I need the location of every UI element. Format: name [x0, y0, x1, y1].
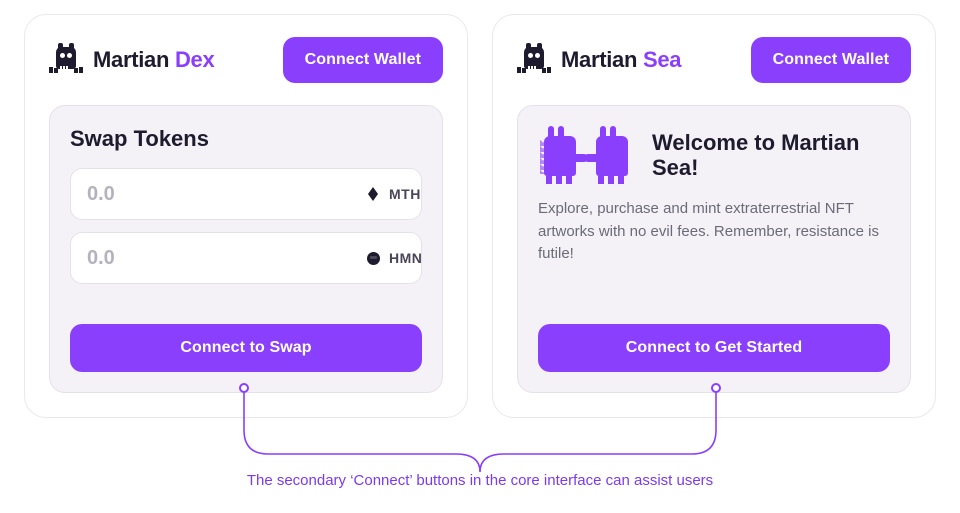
- sea-card-header: Martian Sea Connect Wallet: [517, 37, 911, 83]
- dex-connect-wallet-button[interactable]: Connect Wallet: [283, 37, 443, 83]
- dex-card-header: Martian Dex Connect Wallet: [49, 37, 443, 83]
- dex-brand: Martian Dex: [49, 47, 214, 73]
- swap-from-token-selector[interactable]: MTH: [365, 186, 421, 202]
- connect-to-swap-button[interactable]: Connect to Swap: [70, 324, 422, 372]
- dex-card: Martian Dex Connect Wallet Swap Tokens M…: [24, 14, 468, 418]
- sea-hero-title: Welcome to Martian Sea!: [652, 130, 890, 181]
- sea-hero-description: Explore, purchase and mint extraterrestr…: [538, 198, 890, 266]
- swap-from-input[interactable]: [87, 183, 355, 206]
- martian-logo-icon: [517, 47, 551, 73]
- connect-to-get-started-button[interactable]: Connect to Get Started: [538, 324, 890, 372]
- swap-panel-title: Swap Tokens: [70, 126, 422, 152]
- dex-brand-text: Martian Dex: [93, 47, 214, 73]
- sea-welcome-panel: Welcome to Martian Sea! Explore, purchas…: [517, 105, 911, 393]
- dex-swap-panel: Swap Tokens MTH HMN Connect to Swap: [49, 105, 443, 393]
- sea-brand-main: Martian: [561, 47, 637, 72]
- swap-to-token-selector[interactable]: HMN: [365, 250, 422, 266]
- aliens-illustration-icon: [538, 126, 634, 184]
- annotation-caption: The secondary ‘Connect’ buttons in the c…: [0, 472, 960, 489]
- sea-brand: Martian Sea: [517, 47, 681, 73]
- swap-from-token-label: MTH: [389, 186, 421, 202]
- dex-brand-accent: Dex: [175, 47, 214, 72]
- swap-from-field[interactable]: MTH: [70, 168, 422, 220]
- sea-card: Martian Sea Connect Wallet: [492, 14, 936, 418]
- swap-to-token-label: HMN: [389, 250, 422, 266]
- hmn-icon: [365, 250, 381, 266]
- mth-icon: [365, 186, 381, 202]
- sea-brand-text: Martian Sea: [561, 47, 681, 73]
- sea-brand-accent: Sea: [643, 47, 681, 72]
- dex-brand-main: Martian: [93, 47, 169, 72]
- swap-to-input[interactable]: [87, 247, 355, 270]
- sea-connect-wallet-button[interactable]: Connect Wallet: [751, 37, 911, 83]
- swap-to-field[interactable]: HMN: [70, 232, 422, 284]
- martian-logo-icon: [49, 47, 83, 73]
- sea-hero: Welcome to Martian Sea!: [538, 126, 890, 184]
